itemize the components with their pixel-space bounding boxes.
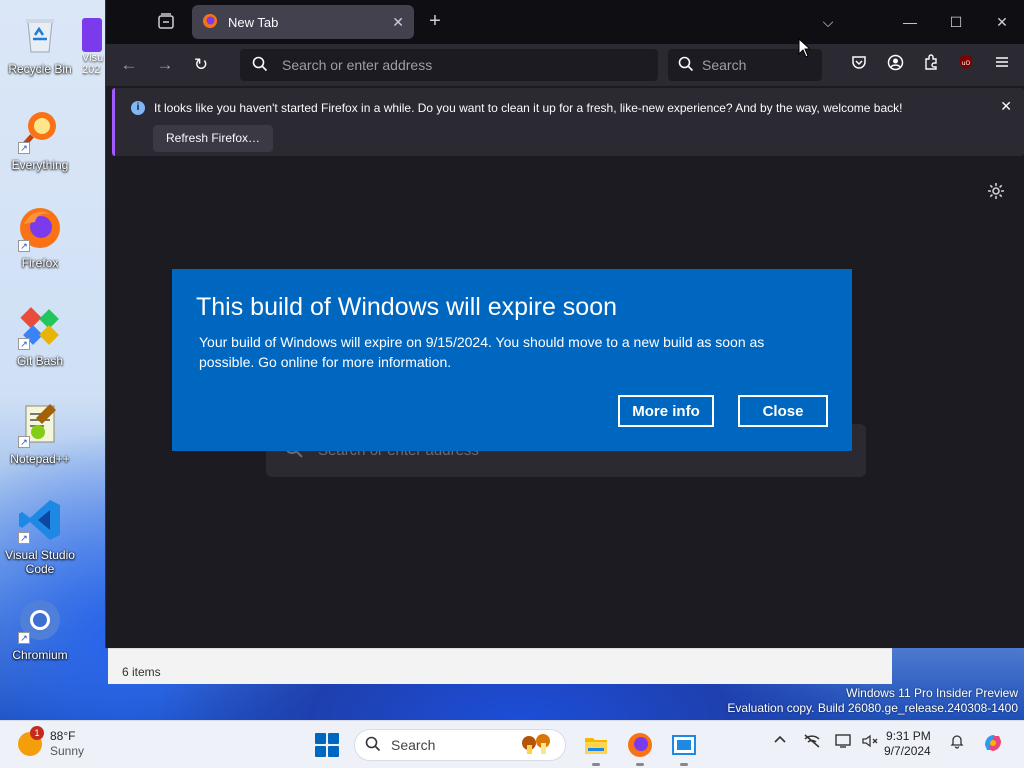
system-dialog-taskbar-icon[interactable]: [670, 731, 698, 759]
weather-temp: 88°F: [50, 729, 76, 743]
taskbar-search-placeholder: Search: [391, 737, 436, 753]
firefox-tab-icon: [202, 13, 218, 32]
desktop-icon-label: Visual Studio Code: [5, 548, 75, 576]
info-icon: i: [131, 101, 145, 115]
minimize-button[interactable]: —: [887, 0, 933, 44]
menu-icon[interactable]: [991, 54, 1013, 76]
taskbar: 1 88°F Sunny Search 9:31 PM 9/7/2024: [0, 720, 1024, 768]
firefox-icon: ↗: [16, 204, 64, 252]
notification-bar: i It looks like you haven't started Fire…: [112, 88, 1024, 156]
close-window-button[interactable]: ✕: [979, 0, 1024, 44]
watermark-line-1: Windows 11 Pro Insider Preview: [846, 686, 1018, 700]
desktop-icon-label: Git Bash: [16, 354, 64, 368]
display-icon[interactable]: [834, 733, 854, 752]
file-explorer-icon[interactable]: [582, 731, 610, 759]
tab-title: New Tab: [228, 14, 279, 30]
file-explorer-status-bar: 6 items: [108, 648, 892, 684]
expiration-dialog: This build of Windows will expire soon Y…: [172, 269, 852, 451]
copilot-icon[interactable]: [980, 731, 1006, 758]
url-bar-placeholder: Search or enter address: [282, 57, 433, 73]
active-app-indicator: [592, 763, 600, 766]
recycle-bin-icon: [16, 10, 64, 58]
search-icon: [252, 56, 268, 75]
reload-button[interactable]: ↻: [189, 54, 213, 76]
dialog-body: Your build of Windows will expire on 9/1…: [199, 334, 765, 370]
maximize-button[interactable]: ☐: [933, 0, 979, 44]
tab-new-tab[interactable]: New Tab ✕: [192, 5, 414, 39]
clock-date: 9/7/2024: [884, 744, 931, 758]
notification-bell-icon[interactable]: [948, 733, 966, 752]
tab-strip: New Tab ✕ + ⌵ — ☐ ✕: [106, 0, 1024, 44]
weather-badge: 1: [30, 726, 44, 740]
vscode-icon: ↗: [16, 496, 64, 544]
notification-message: It looks like you haven't started Firefo…: [154, 101, 903, 115]
taskbar-search[interactable]: Search: [354, 729, 566, 761]
mouse-cursor-icon: [798, 37, 812, 58]
list-all-tabs-button[interactable]: ⌵: [805, 0, 851, 44]
network-disconnected-icon[interactable]: [802, 733, 822, 752]
desktop-icon-label: Notepad++: [10, 452, 70, 466]
chromium-icon: ↗: [16, 596, 64, 644]
desktop-icon-vscode[interactable]: ↗ Visual Studio Code: [2, 496, 78, 576]
extensions-icon[interactable]: [920, 54, 942, 76]
search-icon: [365, 736, 381, 755]
desktop-icon-notepad-plus-plus[interactable]: ↗ Notepad++: [2, 400, 78, 466]
refresh-firefox-button[interactable]: Refresh Firefox…: [153, 125, 274, 152]
weather-widget[interactable]: 1 88°F Sunny: [18, 726, 85, 759]
start-button[interactable]: [315, 733, 339, 757]
active-app-indicator: [680, 763, 688, 766]
watermark-line-2: Evaluation copy. Build 26080.ge_release.…: [727, 701, 1018, 715]
firefox-view-icon[interactable]: [156, 12, 176, 32]
notepad-plus-plus-icon: ↗: [16, 400, 64, 448]
partial-desktop-icon[interactable]: Visu 202: [82, 18, 104, 88]
notification-close-button[interactable]: ✕: [1000, 98, 1012, 115]
partial-icon-label: Visu 202: [82, 52, 104, 76]
more-info-button[interactable]: More info: [618, 395, 714, 427]
navigation-toolbar: ← → ↻ Search or enter address Search uO: [106, 44, 1024, 86]
desktop-icon-recycle-bin[interactable]: Recycle Bin: [2, 10, 78, 76]
desktop-icon-label: Firefox: [21, 256, 59, 270]
search-highlight-icon: [519, 733, 555, 758]
ublock-origin-icon[interactable]: uO: [955, 54, 977, 76]
forward-button[interactable]: →: [153, 54, 177, 76]
desktop-icon-everything[interactable]: ↗ Everything: [2, 106, 78, 172]
desktop-icon-label: Recycle Bin: [8, 62, 72, 76]
account-icon[interactable]: [884, 54, 906, 76]
firefox-taskbar-icon[interactable]: [626, 731, 654, 759]
desktop-icon-git-bash[interactable]: ↗ Git Bash: [2, 302, 78, 368]
speaker-muted-icon[interactable]: [860, 733, 880, 752]
explorer-item-count: 6 items: [122, 665, 161, 679]
svg-text:uO: uO: [962, 60, 971, 67]
gear-icon[interactable]: [986, 182, 1006, 202]
close-button[interactable]: Close: [738, 395, 828, 427]
search-icon: [678, 56, 694, 75]
new-tab-button[interactable]: +: [424, 10, 446, 32]
git-bash-icon: ↗: [16, 302, 64, 350]
dialog-title: This build of Windows will expire soon: [196, 293, 618, 321]
active-app-indicator: [636, 763, 644, 766]
everything-icon: ↗: [16, 106, 64, 154]
search-bar-placeholder: Search: [702, 57, 747, 73]
url-bar[interactable]: Search or enter address: [240, 49, 658, 81]
sun-icon: 1: [18, 726, 44, 756]
desktop-icon-label: Chromium: [12, 648, 68, 662]
desktop-icon-firefox[interactable]: ↗ Firefox: [2, 204, 78, 270]
chevron-up-icon[interactable]: [772, 733, 788, 750]
back-button[interactable]: ←: [117, 54, 141, 76]
desktop-icon-chromium[interactable]: ↗ Chromium: [2, 596, 78, 662]
pocket-icon[interactable]: [848, 54, 870, 76]
weather-condition: Sunny: [50, 744, 85, 758]
clock[interactable]: 9:31 PM 9/7/2024: [884, 729, 931, 759]
clock-time: 9:31 PM: [886, 729, 931, 743]
tab-close-button[interactable]: ✕: [392, 14, 404, 31]
desktop-icon-label: Everything: [11, 158, 69, 172]
